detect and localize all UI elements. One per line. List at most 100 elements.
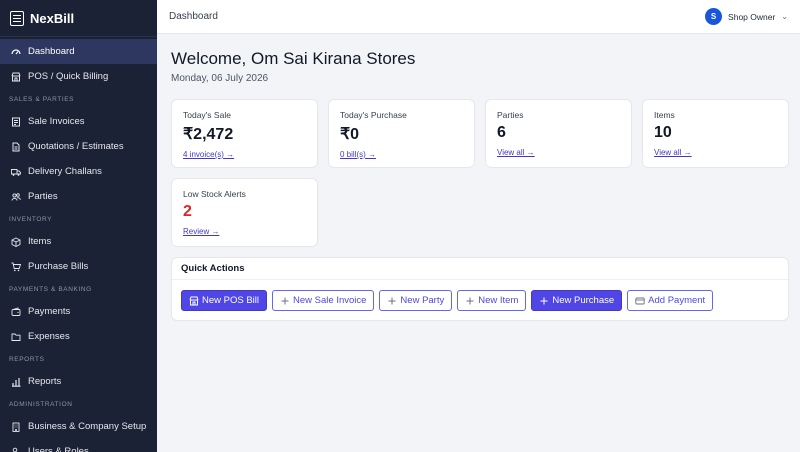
stat-link[interactable]: 4 invoice(s) →: [183, 150, 234, 159]
stat-cards: Today's Sale ₹2,472 4 invoice(s) → Today's …: [171, 99, 789, 247]
sidebar-item-label: Business & Company Setup: [28, 421, 147, 432]
sidebar-item-label: Dashboard: [28, 46, 75, 57]
stat-value: 6: [497, 124, 506, 141]
stat-label: Today's Sale: [183, 110, 231, 120]
user-cog-icon: [11, 447, 21, 452]
sidebar-item-reports[interactable]: Reports: [0, 369, 157, 394]
stat-value: 2: [183, 203, 192, 220]
sidebar-item-label: Expenses: [28, 331, 70, 342]
sidebar-item-items[interactable]: Items: [0, 229, 157, 254]
invoice-icon: [11, 117, 21, 127]
stat-label: Low Stock Alerts: [183, 189, 246, 199]
sidebar-item-pos-quick-billing[interactable]: POS / Quick Billing: [0, 64, 157, 89]
building-icon: [11, 422, 21, 432]
logo-icon: [10, 10, 24, 26]
button-label: New Item: [478, 295, 519, 306]
sidebar-item-dashboard[interactable]: Dashboard: [0, 39, 157, 64]
sidebar-item-label: Payments: [28, 306, 71, 317]
topbar: Dashboard S Shop Owner ⌄: [157, 0, 800, 34]
sidebar-section-title: PAYMENTS & BANKING: [9, 285, 92, 293]
brand-name: NexBill: [30, 10, 75, 26]
sidebar: NexBill Dashboard POS / Quick Billing SALE…: [0, 0, 157, 452]
sidebar-item-label: Delivery Challans: [28, 166, 102, 177]
sidebar-item-label: Reports: [28, 376, 62, 387]
store-icon: [189, 296, 199, 306]
stat-card-parties: Parties 6 View all →: [485, 99, 632, 168]
dashboard-icon: [11, 47, 21, 57]
stat-link[interactable]: Review →: [183, 227, 219, 236]
sidebar-section-title: INVENTORY: [9, 215, 53, 223]
stat-link[interactable]: View all →: [654, 148, 692, 157]
stat-label: Parties: [497, 110, 524, 120]
button-label: Add Payment: [648, 295, 706, 306]
plus-icon: [539, 296, 549, 306]
new-pos-bill-button[interactable]: New POS Bill: [181, 290, 268, 311]
quick-actions-title: Quick Actions: [172, 258, 788, 280]
avatar: S: [705, 8, 723, 25]
stat-value: 10: [654, 124, 672, 141]
bar-chart-icon: [11, 377, 21, 387]
quick-actions-panel: Quick Actions New POS Bill New Sale Invoi…: [171, 257, 789, 321]
page-title: Welcome, Om Sai Kirana Stores: [171, 49, 416, 68]
sidebar-item-label: POS / Quick Billing: [28, 71, 109, 82]
sidebar-section-title: REPORTS: [9, 355, 45, 363]
sidebar-item-label: Purchase Bills: [28, 261, 89, 272]
stat-link[interactable]: View all →: [497, 148, 535, 157]
button-label: New Sale Invoice: [293, 295, 367, 306]
stat-card-today-s-sale: Today's Sale ₹2,472 4 invoice(s) →: [171, 99, 318, 168]
user-name: Shop Owner: [728, 11, 776, 22]
new-party-button[interactable]: New Party: [379, 290, 453, 311]
payment-icon: [635, 296, 645, 306]
button-label: New Party: [400, 295, 445, 306]
add-payment-button[interactable]: Add Payment: [627, 290, 714, 311]
wallet-icon: [11, 306, 21, 317]
stat-card-today-s-purchase: Today's Purchase ₹0 0 bill(s) →: [328, 99, 475, 168]
main-content: Welcome, Om Sai Kirana Stores Monday, 06…: [171, 34, 789, 321]
sidebar-section-title: ADMINISTRATION: [9, 400, 73, 408]
sidebar-item-label: Users & Roles: [28, 446, 89, 452]
plus-icon: [280, 296, 290, 306]
stat-label: Items: [654, 110, 675, 120]
stat-link[interactable]: 0 bill(s) →: [340, 150, 376, 159]
sidebar-item-business-company-setup[interactable]: Business & Company Setup: [0, 414, 157, 439]
stat-value: ₹0: [340, 126, 360, 143]
user-menu[interactable]: S Shop Owner ⌄: [705, 8, 788, 25]
sidebar-item-label: Sale Invoices: [28, 116, 85, 127]
sidebar-item-parties[interactable]: Parties: [0, 184, 157, 209]
cart-icon: [11, 262, 21, 272]
folder-icon: [11, 332, 21, 342]
box-icon: [11, 236, 21, 247]
sidebar-item-quotations-estimates[interactable]: Quotations / Estimates: [0, 134, 157, 159]
users-icon: [11, 192, 21, 202]
plus-icon: [465, 296, 475, 306]
truck-icon: [11, 167, 21, 177]
sidebar-item-expenses[interactable]: Expenses: [0, 324, 157, 349]
new-purchase-button[interactable]: New Purchase: [531, 290, 623, 311]
sidebar-nav: Dashboard POS / Quick Billing SALES & PART…: [0, 37, 157, 452]
sidebar-section-title: SALES & PARTIES: [9, 95, 75, 103]
quick-actions-buttons: New POS Bill New Sale Invoice New Party New…: [172, 280, 788, 321]
sidebar-item-users-roles[interactable]: Users & Roles: [0, 439, 157, 452]
sidebar-item-sale-invoices[interactable]: Sale Invoices: [0, 109, 157, 134]
sidebar-item-label: Quotations / Estimates: [28, 141, 124, 152]
plus-icon: [387, 296, 397, 306]
store-icon: [11, 72, 21, 82]
stat-card-low-stock-alerts: Low Stock Alerts 2 Review →: [171, 178, 318, 247]
stat-label: Today's Purchase: [340, 110, 407, 120]
new-item-button[interactable]: New Item: [457, 290, 527, 311]
stat-value: ₹2,472: [183, 126, 234, 143]
current-date: Monday, 06 July 2026: [171, 73, 269, 84]
document-icon: [11, 142, 21, 152]
sidebar-item-purchase-bills[interactable]: Purchase Bills: [0, 254, 157, 279]
chevron-down-icon: ⌄: [781, 12, 788, 21]
sidebar-item-delivery-challans[interactable]: Delivery Challans: [0, 159, 157, 184]
brand[interactable]: NexBill: [0, 0, 157, 37]
button-label: New Purchase: [552, 295, 615, 306]
new-sale-invoice-button[interactable]: New Sale Invoice: [272, 290, 375, 311]
stat-card-items: Items 10 View all →: [642, 99, 789, 168]
sidebar-item-label: Items: [28, 236, 52, 247]
sidebar-item-payments[interactable]: Payments: [0, 299, 157, 324]
button-label: New POS Bill: [202, 295, 260, 306]
breadcrumb: Dashboard: [169, 11, 218, 22]
sidebar-item-label: Parties: [28, 191, 58, 202]
